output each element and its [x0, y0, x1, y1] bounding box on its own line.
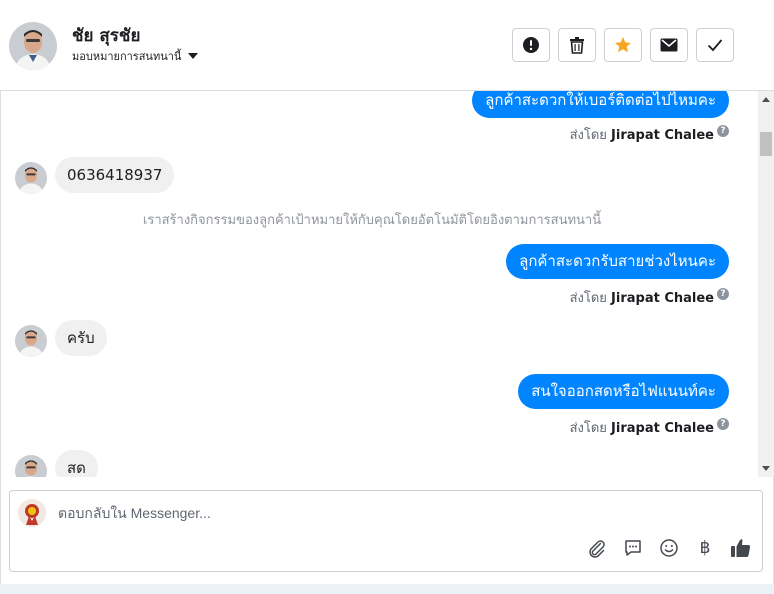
mark-unread-button[interactable] [650, 28, 688, 62]
saved-reply-icon [625, 540, 641, 556]
paperclip-icon [589, 540, 605, 558]
star-button[interactable] [604, 28, 642, 62]
envelope-icon [660, 38, 678, 52]
contact-avatar-small [15, 162, 47, 194]
assign-conversation-label: มอบหมายการสนทนานี้ [72, 50, 182, 63]
payment-button[interactable]: ฿ [694, 537, 716, 559]
message-thread: ลูกค้าสะดวกให้เบอร์ติดต่อไปไหมคะ ส่งโดย … [0, 91, 758, 477]
attach-button[interactable] [586, 537, 608, 559]
checkmark-icon [707, 39, 723, 52]
outgoing-message[interactable]: ลูกค้าสะดวกรับสายช่วงไหนคะ [506, 244, 729, 279]
reply-composer: ฿ [9, 490, 763, 572]
contact-avatar-small [15, 455, 47, 477]
incoming-message[interactable]: 0636418937 [55, 157, 175, 193]
assign-conversation-dropdown[interactable]: มอบหมายการสนทนานี้ [72, 47, 199, 65]
help-icon[interactable]: ? [717, 288, 729, 300]
help-icon[interactable]: ? [717, 418, 729, 430]
footer-strip [0, 584, 774, 594]
contact-avatar-small [15, 325, 47, 357]
incoming-message[interactable]: ครับ [55, 320, 107, 356]
mark-spam-button[interactable] [512, 28, 550, 62]
scroll-thumb[interactable] [760, 132, 772, 156]
thumbs-up-icon [731, 539, 751, 557]
contact-name[interactable]: ชัย สุรชัย [72, 22, 140, 49]
composer-tools: ฿ [586, 537, 752, 559]
like-button[interactable] [730, 537, 752, 559]
header-actions [512, 28, 734, 62]
caret-down-icon [188, 53, 199, 59]
saved-reply-button[interactable] [622, 537, 644, 559]
delete-button[interactable] [558, 28, 596, 62]
sent-by-label: ส่งโดย Jirapat Chalee [569, 291, 714, 306]
emoji-button[interactable] [658, 537, 680, 559]
emoji-icon [660, 539, 678, 557]
reply-input[interactable] [58, 505, 578, 521]
mark-done-button[interactable] [696, 28, 734, 62]
help-icon[interactable]: ? [717, 125, 729, 137]
contact-avatar[interactable] [9, 22, 57, 70]
trash-icon [570, 37, 584, 54]
sent-by-label: ส่งโดย Jirapat Chalee [569, 421, 714, 436]
incoming-message[interactable]: สด [55, 450, 98, 477]
system-note: เราสร้างกิจกรรมของลูกค้าเป้าหมายให้กับคุ… [142, 213, 602, 228]
star-icon [615, 37, 631, 53]
sent-by-label: ส่งโดย Jirapat Chalee [569, 128, 714, 143]
outgoing-message[interactable]: ลูกค้าสะดวกให้เบอร์ติดต่อไปไหมคะ [472, 91, 729, 118]
scroll-up-arrow-icon[interactable] [762, 97, 770, 102]
thread-scrollbar[interactable] [758, 91, 774, 477]
exclamation-circle-icon [523, 37, 539, 53]
page-avatar [18, 499, 46, 527]
outgoing-message[interactable]: สนใจออกสดหรือไฟแนนท์คะ [518, 374, 729, 409]
conversation-header: ชัย สุรชัย มอบหมายการสนทนานี้ [0, 0, 774, 91]
baht-icon: ฿ [699, 538, 711, 558]
scroll-down-arrow-icon[interactable] [762, 466, 770, 471]
